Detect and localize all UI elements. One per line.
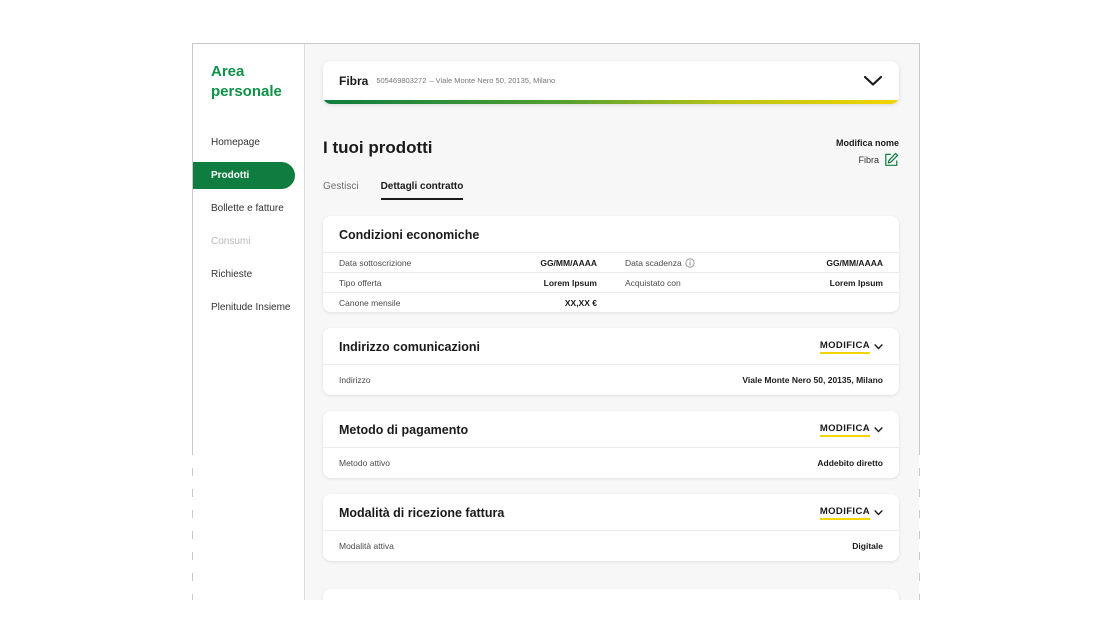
card-head: Condizioni economiche bbox=[323, 216, 899, 252]
field-label-text: Data scadenza bbox=[625, 258, 682, 268]
sidebar-title-line1: Area bbox=[211, 63, 244, 80]
field-value: Digitale bbox=[852, 541, 883, 551]
sidebar-item-homepage[interactable]: Homepage bbox=[193, 129, 304, 156]
card-condizioni-economiche: Condizioni economiche Data sottoscrizion… bbox=[323, 216, 899, 312]
tab-dettagli-contratto[interactable]: Dettagli contratto bbox=[381, 181, 464, 200]
card-title: Condizioni economiche bbox=[339, 228, 479, 242]
pencil-edit-icon[interactable] bbox=[884, 152, 899, 167]
modifica-address-button[interactable]: MODIFICA bbox=[820, 340, 883, 354]
field-label: Tipo offerta bbox=[339, 278, 382, 288]
field-value: Viale Monte Nero 50, 20135, Milano bbox=[742, 375, 883, 385]
field-label: Indirizzo bbox=[339, 375, 371, 385]
sidebar-item-consumi[interactable]: Consumi bbox=[193, 228, 304, 255]
modifica-label: MODIFICA bbox=[820, 423, 870, 437]
app-window: Area personale Homepage Prodotti Bollett… bbox=[193, 43, 919, 600]
tab-bar: Gestisci Dettagli contratto bbox=[323, 181, 899, 200]
rename-label: Modifica nome bbox=[836, 138, 899, 148]
card-title: Metodo di pagamento bbox=[339, 423, 468, 437]
modifica-label: MODIFICA bbox=[820, 340, 870, 354]
page-title: I tuoi prodotti bbox=[323, 138, 433, 158]
card-title: Modalità di ricezione fattura bbox=[339, 506, 504, 520]
rename-button[interactable]: Fibra bbox=[858, 152, 899, 167]
field-value: GG/MM/AAAA bbox=[826, 258, 883, 268]
rename-product-value: Fibra bbox=[858, 155, 879, 165]
card-metodo-di-pagamento: Metodo di pagamento MODIFICA Metodo atti… bbox=[323, 411, 899, 478]
table-row: Metodo attivo Addebito diretto bbox=[323, 447, 899, 478]
field-value: XX,XX € bbox=[565, 298, 597, 308]
product-selector[interactable]: Fibra 505469803272 – Viale Monte Nero 50… bbox=[323, 61, 899, 104]
field-canone-mensile: Canone mensile XX,XX € bbox=[339, 298, 597, 308]
product-address: – Viale Monte Nero 50, 20135, Milano bbox=[429, 76, 555, 85]
sidebar-item-prodotti[interactable]: Prodotti bbox=[193, 162, 295, 189]
tab-gestisci[interactable]: Gestisci bbox=[323, 181, 359, 200]
table-row: Canone mensile XX,XX € bbox=[323, 292, 899, 312]
field-data-sottoscrizione: Data sottoscrizione GG/MM/AAAA bbox=[339, 258, 597, 268]
card-head: Modalità di ricezione fattura MODIFICA bbox=[323, 494, 899, 530]
table-row: Data sottoscrizione GG/MM/AAAA Data scad… bbox=[323, 252, 899, 272]
table-row: Tipo offerta Lorem Ipsum Acquistato con … bbox=[323, 272, 899, 292]
modifica-label: MODIFICA bbox=[820, 506, 870, 520]
field-value: Lorem Ipsum bbox=[830, 278, 883, 288]
chevron-down-icon bbox=[874, 427, 883, 433]
sidebar-nav: Homepage Prodotti Bollette e fatture Con… bbox=[193, 126, 304, 324]
sidebar-title: Area personale bbox=[193, 54, 304, 102]
product-name: Fibra bbox=[339, 74, 368, 88]
sidebar-item-plenitude-insieme[interactable]: Plenitude Insieme bbox=[193, 294, 304, 321]
field-value: GG/MM/AAAA bbox=[540, 258, 597, 268]
product-selector-row: Fibra 505469803272 – Viale Monte Nero 50… bbox=[323, 61, 899, 100]
product-gradient-bar bbox=[323, 100, 899, 104]
card-modalita-ricezione-fattura: Modalità di ricezione fattura MODIFICA M… bbox=[323, 494, 899, 561]
field-tipo-offerta: Tipo offerta Lorem Ipsum bbox=[339, 278, 597, 288]
card-head: Indirizzo comunicazioni MODIFICA bbox=[323, 328, 899, 364]
rename-block: Modifica nome Fibra bbox=[836, 138, 899, 167]
modifica-invoice-button[interactable]: MODIFICA bbox=[820, 506, 883, 520]
card-indirizzo-comunicazioni: Indirizzo comunicazioni MODIFICA Indiriz… bbox=[323, 328, 899, 395]
sidebar-item-bollette-e-fatture[interactable]: Bollette e fatture bbox=[193, 195, 304, 222]
field-acquistato-con: Acquistato con Lorem Ipsum bbox=[625, 278, 883, 288]
card-title: Indirizzo comunicazioni bbox=[339, 340, 480, 354]
sidebar-title-line2: personale bbox=[211, 83, 282, 100]
field-value: Addebito diretto bbox=[817, 458, 883, 468]
field-data-scadenza: Data scadenza GG/MM/AAAA bbox=[625, 258, 883, 268]
card-head: Metodo di pagamento MODIFICA bbox=[323, 411, 899, 447]
chevron-down-icon bbox=[874, 510, 883, 516]
page: Area personale Homepage Prodotti Bollett… bbox=[0, 0, 1113, 640]
modifica-payment-button[interactable]: MODIFICA bbox=[820, 423, 883, 437]
table-row: Indirizzo Viale Monte Nero 50, 20135, Mi… bbox=[323, 364, 899, 395]
chevron-down-icon[interactable] bbox=[863, 75, 883, 87]
card-partial-next bbox=[323, 589, 899, 600]
field-value: Lorem Ipsum bbox=[544, 278, 597, 288]
container-right-edge bbox=[919, 43, 920, 600]
table-row: Modalità attiva Digitale bbox=[323, 530, 899, 561]
product-code: 505469803272 bbox=[376, 76, 426, 85]
container-left-edge bbox=[192, 43, 193, 600]
info-circle-icon[interactable] bbox=[685, 258, 695, 268]
content-header: I tuoi prodotti Modifica nome Fibra bbox=[323, 138, 899, 167]
sidebar: Area personale Homepage Prodotti Bollett… bbox=[193, 44, 305, 600]
field-label: Canone mensile bbox=[339, 298, 400, 308]
field-label: Data scadenza bbox=[625, 258, 695, 268]
field-label: Acquistato con bbox=[625, 278, 681, 288]
field-label: Metodo attivo bbox=[339, 458, 390, 468]
main-content: Fibra 505469803272 – Viale Monte Nero 50… bbox=[305, 44, 919, 600]
field-label: Data sottoscrizione bbox=[339, 258, 411, 268]
chevron-down-icon bbox=[874, 344, 883, 350]
sidebar-item-richieste[interactable]: Richieste bbox=[193, 261, 304, 288]
field-label: Modalità attiva bbox=[339, 541, 394, 551]
